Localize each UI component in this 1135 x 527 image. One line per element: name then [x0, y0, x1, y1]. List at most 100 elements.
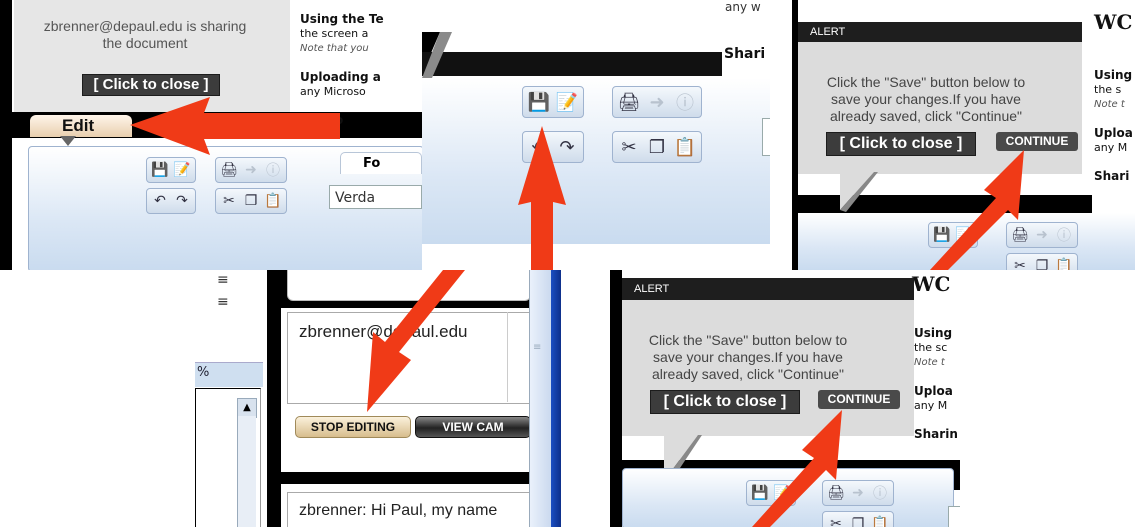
undo-toolbar-group: ↶ ↷ [522, 131, 584, 163]
scroll-up-button[interactable]: ▲ [237, 398, 257, 418]
help-line: any M [1094, 141, 1128, 154]
indent-icon[interactable]: ≡ [217, 272, 229, 288]
help-heading: Shari [1094, 169, 1130, 183]
copy-icon[interactable]: ❐ [848, 514, 868, 527]
print-toolbar-group: 🖨 ➜ ⓘ [612, 86, 702, 118]
print-icon[interactable]: 🖨 [219, 160, 239, 180]
info-icon[interactable]: ⓘ [263, 160, 283, 180]
save-icon[interactable]: 💾 [750, 483, 770, 503]
alert-dialog: ALERT Click the "Save" button below to s… [622, 278, 914, 436]
panel-stop-editing: ≡ ≡ % ▲ zbrenner@depaul.edu STOP EDITING… [195, 270, 561, 527]
continue-button[interactable]: CONTINUE [996, 132, 1078, 151]
export-icon[interactable]: ➜ [848, 483, 868, 503]
scrollbar-track[interactable] [237, 416, 256, 527]
help-text-column: Using the sc Note t Uploa any M Sharin [914, 326, 960, 442]
help-line: any M [914, 399, 948, 412]
info-icon[interactable]: ⓘ [672, 89, 698, 115]
top-field [287, 270, 531, 301]
clipboard-toolbar-group: ✂ ❐ 📋 [1006, 253, 1078, 270]
page-header: WC [1094, 10, 1133, 34]
scroll-grip-icon[interactable]: ≡ [533, 342, 541, 353]
edit-doc-icon[interactable]: 📝 [954, 225, 974, 245]
undo-toolbar-group: ↶ ↷ [146, 188, 196, 214]
cut-icon[interactable]: ✂ [1010, 256, 1030, 270]
help-heading: Using [1094, 68, 1133, 82]
copy-icon[interactable]: ❐ [241, 191, 261, 211]
zoom-value: % [197, 365, 210, 380]
file-toolbar-group: 💾 📝 [146, 157, 196, 183]
help-heading: Using the Te [300, 12, 384, 26]
redo-icon[interactable]: ↷ [172, 191, 192, 211]
click-to-close-button[interactable]: [ Click to close ] [82, 74, 220, 96]
copy-icon[interactable]: ❐ [1032, 256, 1052, 270]
help-line: any Microso [300, 85, 366, 98]
copy-icon[interactable]: ❐ [644, 134, 670, 160]
help-note: Note t [1094, 99, 1125, 110]
clipboard-toolbar-group: ✂ ❐ 📋 [822, 511, 894, 527]
click-to-close-button[interactable]: [ Click to close ] [826, 132, 976, 156]
paste-icon[interactable]: 📋 [870, 514, 890, 527]
click-to-close-button[interactable]: [ Click to close ] [650, 390, 800, 414]
print-icon[interactable]: 🖨 [826, 483, 846, 503]
edit-doc-icon[interactable]: 📝 [772, 483, 792, 503]
side-field-edge [948, 506, 960, 527]
font-family-field[interactable]: Verda [329, 185, 422, 209]
file-toolbar-group: 💾 📝 [746, 480, 796, 506]
continue-button[interactable]: CONTINUE [818, 390, 900, 409]
undo-icon[interactable]: ↶ [150, 191, 170, 211]
users-list-divider [507, 312, 508, 402]
stop-editing-button[interactable]: STOP EDITING [295, 416, 411, 438]
help-heading: Sharin [914, 427, 958, 441]
panel-save-button: any w Shari 💾 📝 🖨 ➜ ⓘ ↶ ↷ ✂ ❐ 📋 [422, 0, 770, 270]
help-heading: g a Do [300, 113, 344, 127]
view-cam-button[interactable]: VIEW CAM [415, 416, 531, 438]
user-list-item[interactable]: zbrenner@depaul.edu [299, 322, 468, 342]
help-note: Note that you [300, 43, 369, 54]
print-toolbar-group: 🖨 ➜ ⓘ [215, 157, 287, 183]
alert-dialog: ALERT Click the "Save" button below to s… [798, 22, 1082, 174]
export-icon[interactable]: ➜ [644, 89, 670, 115]
right-scrollbar[interactable] [529, 270, 552, 527]
print-icon[interactable]: 🖨 [616, 89, 642, 115]
clipboard-toolbar-group: ✂ ❐ 📋 [612, 131, 702, 163]
file-toolbar-group: 💾 📝 [928, 222, 978, 248]
cut-icon[interactable]: ✂ [616, 134, 642, 160]
print-toolbar-group: 🖨 ➜ ⓘ [822, 480, 894, 506]
cut-icon[interactable]: ✂ [219, 191, 239, 211]
paste-icon[interactable]: 📋 [1054, 256, 1074, 270]
help-heading: Uploading a [300, 70, 381, 84]
export-icon[interactable]: ➜ [1032, 225, 1052, 245]
print-toolbar-group: 🖨 ➜ ⓘ [1006, 222, 1078, 248]
redo-icon[interactable]: ↷ [554, 134, 580, 160]
outdent-icon[interactable]: ≡ [217, 294, 229, 310]
edit-doc-icon[interactable]: 📝 [554, 89, 580, 115]
help-note: Note t [914, 357, 945, 368]
left-dark-edge [610, 270, 622, 527]
save-icon[interactable]: 💾 [526, 89, 552, 115]
panel-alert-continue-2: ALERT Click the "Save" button below to s… [610, 270, 960, 527]
help-line: the sc [914, 341, 948, 354]
tab-notch-shadow [60, 136, 76, 146]
save-icon[interactable]: 💾 [150, 160, 170, 180]
undo-icon[interactable]: ↶ [526, 134, 552, 160]
paste-icon[interactable]: 📋 [672, 134, 698, 160]
cut-icon[interactable]: ✂ [826, 514, 846, 527]
info-icon[interactable]: ⓘ [1054, 225, 1074, 245]
help-line: the s [1094, 83, 1122, 96]
save-icon[interactable]: 💾 [932, 225, 952, 245]
paste-icon[interactable]: 📋 [263, 191, 283, 211]
side-field-edge [762, 118, 770, 156]
edit-doc-icon[interactable]: 📝 [172, 160, 192, 180]
chat-message: zbrenner: Hi Paul, my name [299, 502, 498, 519]
alert-title: ALERT [798, 22, 1082, 42]
alert-message: Click the "Save" button below to save yo… [826, 74, 1026, 124]
edit-tab[interactable]: Edit [30, 115, 132, 137]
left-dark-border [0, 0, 12, 270]
info-icon[interactable]: ⓘ [870, 483, 890, 503]
print-icon[interactable]: 🖨 [1010, 225, 1030, 245]
font-tab[interactable]: Fo [340, 152, 422, 174]
alert-title: ALERT [622, 278, 914, 300]
export-icon[interactable]: ➜ [241, 160, 261, 180]
sharing-message: zbrenner@depaul.edu is sharing the docum… [43, 18, 247, 51]
help-text-column: Using the Te the screen a Note that you … [300, 12, 420, 128]
